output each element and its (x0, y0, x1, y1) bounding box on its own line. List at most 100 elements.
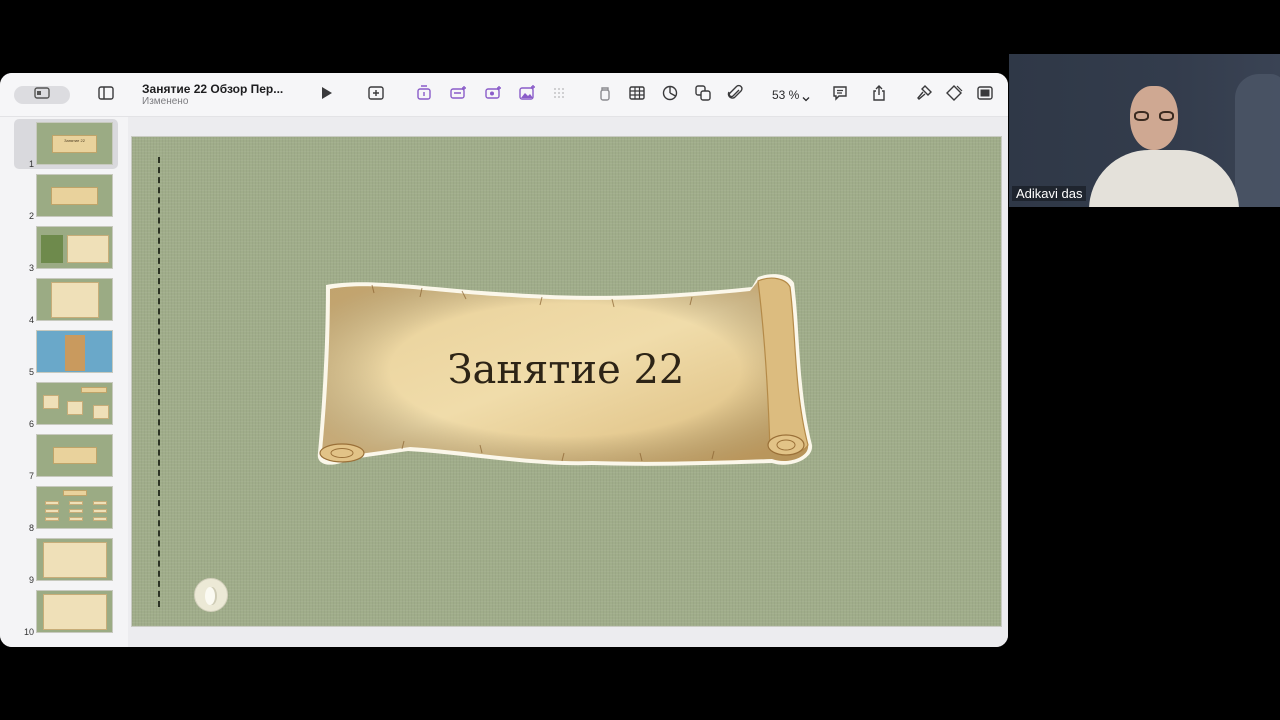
attachment-icon (726, 84, 744, 107)
text-block-mini (45, 501, 59, 505)
insert-text-icon (449, 84, 467, 107)
text-block-mini (93, 501, 107, 505)
text-block-mini (43, 542, 107, 578)
insert-text-button[interactable] (446, 83, 470, 107)
slide-thumbnail[interactable]: 7 (14, 431, 118, 481)
text-block-mini (45, 517, 59, 521)
share-icon (870, 84, 888, 107)
screen: Занятие 22 Обзор Пер... Изменено 53 % 1 … (0, 0, 1280, 720)
image-mini (41, 235, 63, 263)
slide-preview (36, 382, 113, 425)
slide-preview (36, 538, 113, 581)
participant-name: Adikavi das (1012, 186, 1087, 201)
slide-navigator: 1 Занятие 22 2 3 4 5 6 7 8 9 10 (0, 117, 128, 647)
slide-thumbnail[interactable]: 8 (14, 483, 118, 533)
slide-number: 6 (28, 419, 34, 429)
shapes-button[interactable] (691, 83, 715, 107)
text-block-mini (93, 517, 107, 521)
statue-silhouette (1235, 74, 1280, 207)
stitch-border (158, 157, 160, 607)
attachment-button[interactable] (723, 83, 747, 107)
moon-icon[interactable] (194, 578, 228, 612)
document-icon (976, 84, 994, 107)
slide-preview-title: Занятие 22 (64, 138, 85, 143)
view-button[interactable] (14, 86, 70, 104)
slide-thumbnail[interactable]: 3 (14, 223, 118, 273)
slide-preview (36, 330, 113, 373)
participant-video[interactable]: Adikavi das (1009, 54, 1280, 207)
zoom-control[interactable]: 53 % (772, 88, 799, 102)
slide-number: 8 (28, 523, 34, 533)
view-icon (34, 86, 50, 104)
scroll-mini: Занятие 22 (52, 135, 97, 153)
document-button[interactable] (973, 83, 997, 107)
comment-button[interactable] (828, 83, 852, 107)
slide-thumbnail[interactable]: 2 (14, 171, 118, 221)
slide-number: 10 (23, 627, 34, 637)
grid-button[interactable] (547, 83, 571, 107)
share-lock-icon (596, 84, 614, 107)
glasses-icon (1134, 111, 1174, 121)
toolbar: Занятие 22 Обзор Пер... Изменено 53 % (0, 73, 1008, 117)
slide-number: 5 (28, 367, 34, 377)
text-block-mini (43, 594, 107, 630)
slide-thumbnail[interactable]: 1 Занятие 22 (14, 119, 118, 169)
slide-number: 7 (28, 471, 34, 481)
text-block-mini (67, 235, 109, 263)
slide-preview (36, 434, 113, 477)
table-button[interactable] (625, 83, 649, 107)
text-block-mini (69, 517, 83, 521)
keynote-window: Занятие 22 Обзор Пер... Изменено 53 % 1 … (0, 73, 1008, 647)
slide-thumbnail[interactable]: 5 (14, 327, 118, 377)
chart-button[interactable] (658, 83, 682, 107)
sidebar-button[interactable] (94, 83, 118, 107)
animate-icon (945, 84, 963, 107)
slide-thumbnail[interactable]: 4 (14, 275, 118, 325)
format-icon (915, 84, 933, 107)
chevron-down-icon[interactable] (802, 90, 810, 102)
slide-thumbnail[interactable]: 6 (14, 379, 118, 429)
shapes-icon (694, 84, 712, 107)
add-slide-button[interactable] (364, 83, 388, 107)
share-button[interactable] (867, 83, 891, 107)
text-box-button[interactable] (593, 83, 617, 107)
scroll-mini (63, 490, 87, 496)
current-slide[interactable]: Занятие 22 (132, 137, 1001, 626)
format-button[interactable] (912, 83, 936, 107)
grid-icon (550, 84, 568, 107)
insert-shape-icon (415, 84, 433, 107)
slide-preview (36, 278, 113, 321)
text-block-mini (69, 509, 83, 513)
text-block-mini (93, 405, 109, 419)
slide-number: 9 (28, 575, 34, 585)
scroll-mini (51, 187, 98, 205)
slide-preview (36, 486, 113, 529)
animate-button[interactable] (942, 83, 966, 107)
document-title[interactable]: Занятие 22 Обзор Пер... (142, 82, 283, 96)
slide-thumbnail[interactable]: 10 (14, 587, 118, 637)
sidebar-icon (97, 84, 115, 107)
insert-media-button[interactable] (481, 83, 505, 107)
scroll-mini (81, 387, 107, 393)
slide-title[interactable]: Занятие 22 (312, 347, 820, 393)
slide-preview (36, 174, 113, 217)
slide-preview (36, 226, 113, 269)
play-icon (317, 84, 335, 107)
insert-media-icon (484, 84, 502, 107)
document-status: Изменено (142, 96, 189, 107)
text-block-mini (69, 501, 83, 505)
chart-icon (661, 84, 679, 107)
image-mini (65, 335, 85, 371)
add-slide-icon (367, 84, 385, 107)
table-icon (628, 84, 646, 107)
insert-shape-button[interactable] (412, 83, 436, 107)
play-button[interactable] (314, 83, 338, 107)
slide-thumbnail[interactable]: 9 (14, 535, 118, 585)
slide-number: 1 (28, 159, 34, 169)
slide-number: 4 (28, 315, 34, 325)
scroll-mini (53, 447, 97, 464)
text-block-mini (93, 509, 107, 513)
slide-canvas: Занятие 22 (128, 117, 1008, 647)
comment-icon (831, 84, 849, 107)
insert-image-button[interactable] (515, 83, 539, 107)
